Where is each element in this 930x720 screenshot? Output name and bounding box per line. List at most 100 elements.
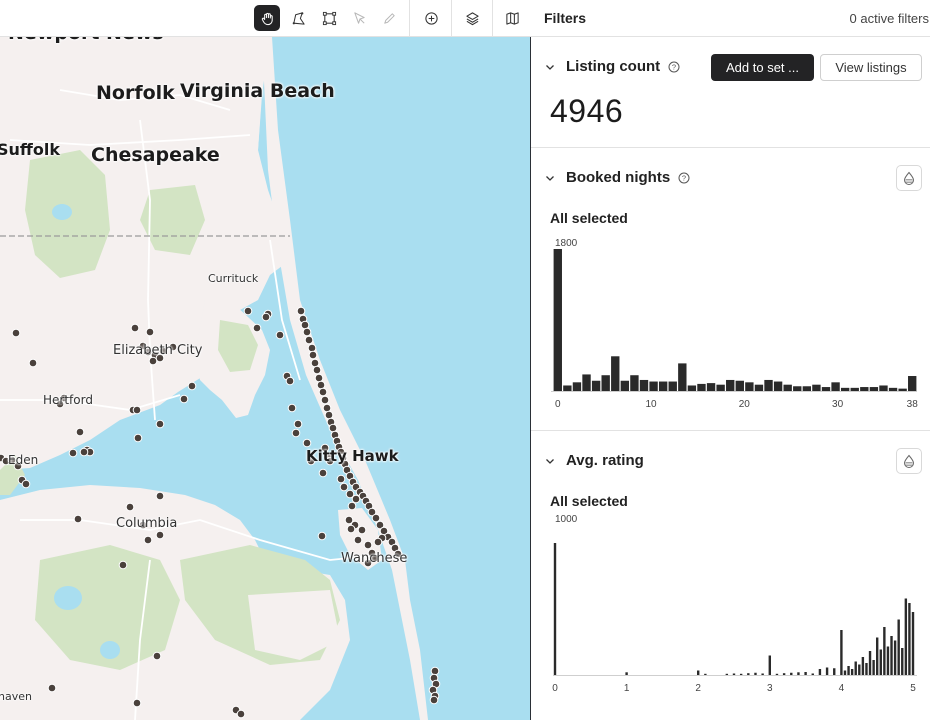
listing-marker[interactable] [179,394,189,404]
listing-marker[interactable] [133,433,143,443]
select-tool-button[interactable] [346,5,372,31]
histogram-bar[interactable] [854,661,857,676]
listing-marker[interactable] [318,468,328,478]
histogram-bar[interactable] [898,388,907,391]
listing-marker[interactable] [347,501,357,511]
histogram-bar[interactable] [747,673,750,675]
listing-marker[interactable] [373,537,383,547]
histogram-bar[interactable] [630,375,639,391]
histogram-bar[interactable] [754,672,757,675]
histogram-bar[interactable] [582,374,591,391]
listing-marker[interactable] [148,356,158,366]
histogram-bar[interactable] [668,381,677,391]
histogram-bar[interactable] [783,384,792,391]
histogram-bar[interactable] [886,646,890,676]
listing-marker[interactable] [320,395,330,405]
histogram-bar[interactable] [793,386,802,391]
listing-marker[interactable] [346,524,356,534]
histogram-bar[interactable] [847,666,850,675]
listing-marker[interactable] [322,403,332,413]
histogram-bar[interactable] [833,668,836,675]
histogram-bar[interactable] [764,379,773,391]
histogram-bar[interactable] [872,660,875,675]
view-listings-button[interactable]: View listings [820,54,922,81]
histogram-bar[interactable] [739,673,743,675]
booked-nights-histogram[interactable]: 1800 0 10 20 30 38 [531,148,930,431]
histogram-bar[interactable] [716,384,725,391]
listing-marker[interactable] [300,320,310,330]
listing-marker[interactable] [302,438,312,448]
listing-marker[interactable] [132,698,142,708]
listing-marker[interactable] [430,666,440,676]
histogram-bar[interactable] [850,387,859,391]
histogram-bar[interactable] [591,380,601,391]
listing-marker[interactable] [243,306,253,316]
listing-marker[interactable] [155,491,165,501]
histogram-bar[interactable] [831,382,840,391]
histogram-bar[interactable] [775,673,779,675]
listing-marker[interactable] [145,327,155,337]
histogram-bar[interactable] [812,384,821,391]
histogram-bar[interactable] [901,648,904,675]
map-canvas[interactable]: Newport News Norfolk Virginia Beach Suff… [0,0,531,720]
histogram-bar[interactable] [868,651,872,675]
listing-marker[interactable] [304,335,314,345]
histogram-bar[interactable] [697,383,706,391]
listing-marker[interactable] [28,358,38,368]
histogram-bar[interactable] [821,387,831,391]
histogram-bar[interactable] [625,672,628,675]
polygon-tool-button[interactable] [285,5,311,31]
listing-marker[interactable] [155,419,165,429]
listing-marker[interactable] [152,651,162,661]
listing-marker[interactable] [308,350,318,360]
histogram-bar[interactable] [658,381,668,391]
listing-count-header[interactable]: Listing count ? [544,58,680,75]
listing-marker[interactable] [336,474,346,484]
histogram-bar[interactable] [869,387,879,391]
listing-marker[interactable] [125,502,135,512]
listing-marker[interactable] [317,531,327,541]
histogram-bar[interactable] [687,385,697,391]
listing-marker[interactable] [118,560,128,570]
listing-marker[interactable] [132,405,142,415]
histogram-bar[interactable] [754,384,764,391]
histogram-bar[interactable] [908,376,917,391]
histogram-bar[interactable] [553,249,562,391]
histogram-bar[interactable] [797,672,800,675]
rectangle-tool-button[interactable] [316,5,342,31]
listing-marker[interactable] [307,343,317,353]
listing-marker[interactable] [357,525,367,535]
histogram-bar[interactable] [761,673,764,676]
histogram-bar[interactable] [843,670,847,676]
listing-marker[interactable] [11,328,21,338]
histogram-bar[interactable] [879,649,882,676]
histogram-bar[interactable] [850,669,854,675]
histogram-bar[interactable] [790,672,793,675]
listing-marker[interactable] [310,358,320,368]
listing-marker[interactable] [236,709,246,719]
histogram-bar[interactable] [745,382,754,391]
listing-marker[interactable] [314,373,324,383]
help-icon[interactable]: ? [668,61,680,73]
listing-marker[interactable] [285,376,295,386]
histogram-bar[interactable] [802,386,812,391]
listing-marker[interactable] [75,427,85,437]
histogram-bar[interactable] [865,663,868,675]
histogram-bar[interactable] [704,673,707,675]
histogram-bar[interactable] [611,356,620,391]
histogram-bar[interactable] [620,380,630,391]
histogram-bar[interactable] [890,636,893,675]
listing-marker[interactable] [302,327,312,337]
histogram-bar[interactable] [840,387,850,391]
histogram-bar[interactable] [840,630,843,675]
histogram-bar[interactable] [725,673,729,675]
listing-marker[interactable] [293,419,303,429]
histogram-bar[interactable] [860,387,869,391]
listing-marker[interactable] [261,312,271,322]
listing-marker[interactable] [130,323,140,333]
histogram-bar[interactable] [818,669,822,675]
histogram-bar[interactable] [888,387,898,391]
listing-marker[interactable] [351,494,361,504]
histogram-bar[interactable] [697,670,700,676]
listing-marker[interactable] [429,695,439,705]
